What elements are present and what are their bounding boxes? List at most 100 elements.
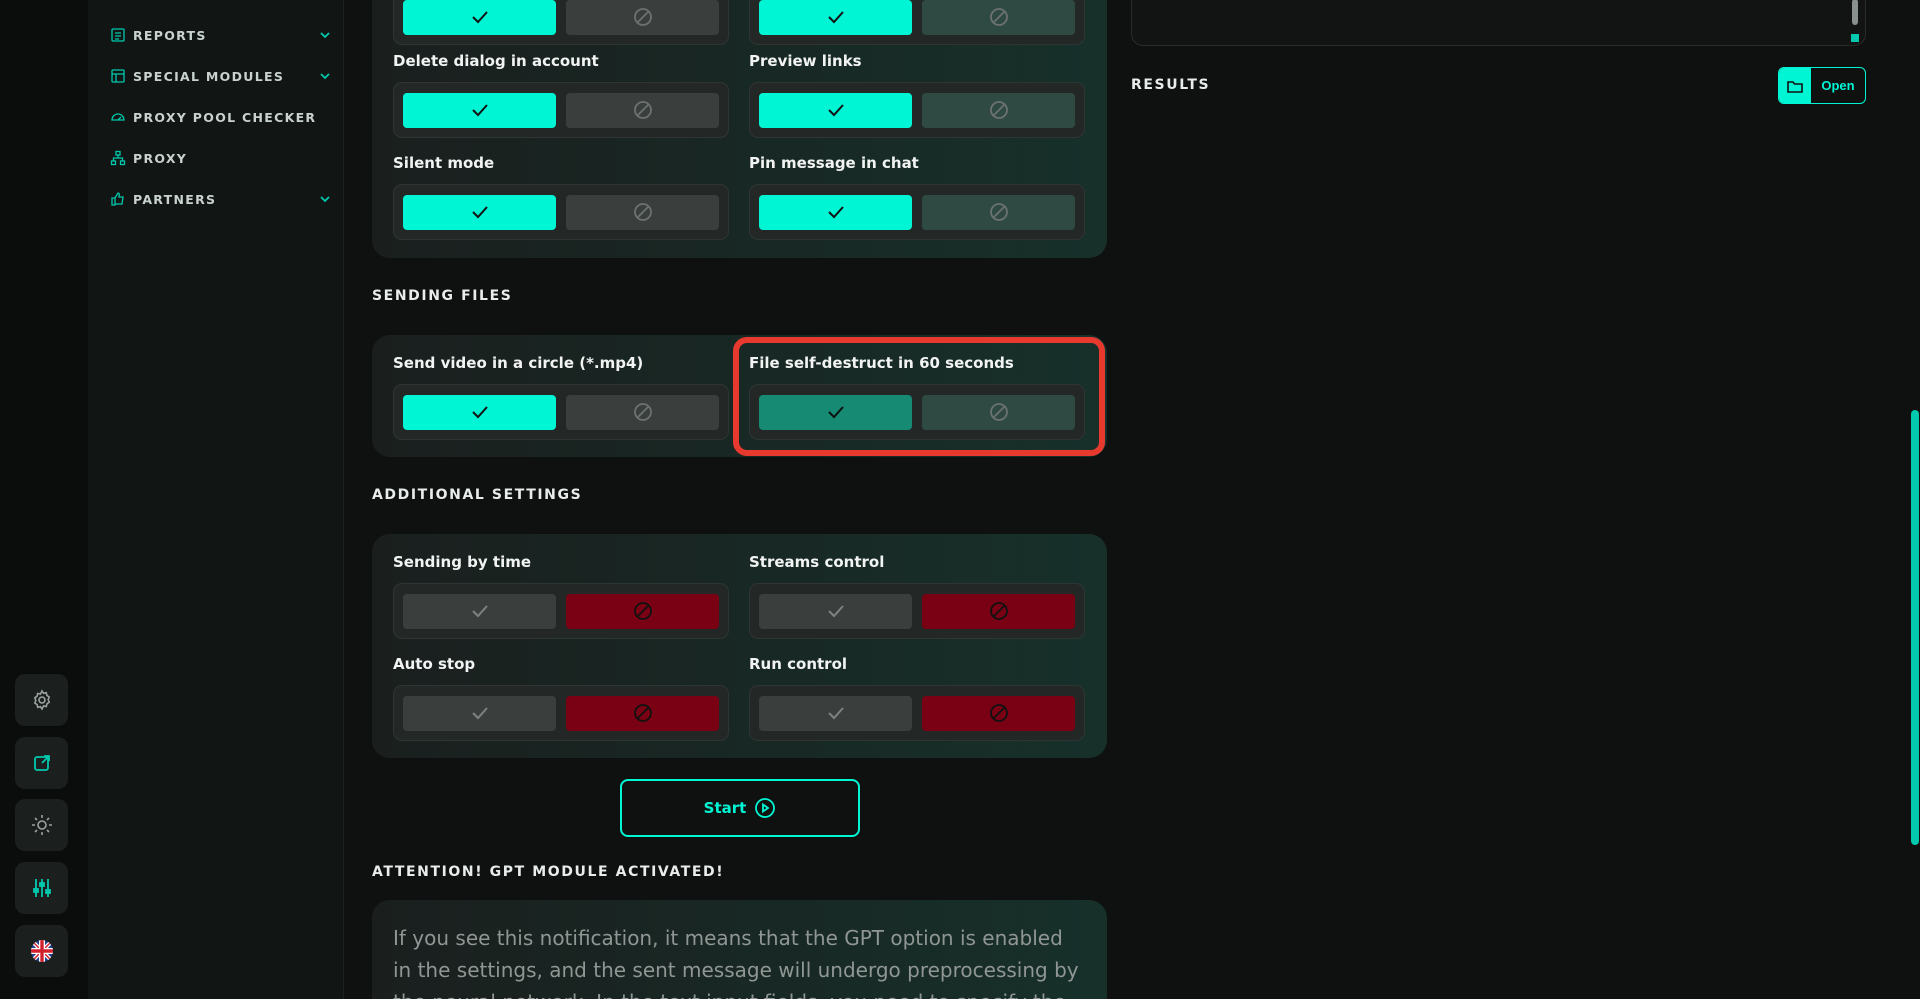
settings-button[interactable] <box>15 674 68 726</box>
option-label: Pin message in chat <box>749 154 919 172</box>
check-icon <box>827 406 844 419</box>
main-panel: Delete dialog in account Preview links S… <box>372 0 1107 999</box>
message-textarea[interactable] <box>1131 0 1866 46</box>
toggle-off[interactable] <box>566 92 719 128</box>
gauge-icon <box>111 113 125 121</box>
option-label: Sending by time <box>393 553 532 571</box>
toggle-off[interactable] <box>566 394 719 430</box>
sidebar-item-label: PROXY <box>133 150 188 166</box>
toggle <box>749 82 1085 138</box>
toggle-on[interactable] <box>403 0 556 35</box>
toggle-off[interactable] <box>922 92 1075 128</box>
theme-icon <box>31 815 52 835</box>
sidebar-item-reports[interactable]: REPORTS <box>110 23 332 47</box>
ban-icon <box>989 8 1008 26</box>
option-delete-dialog: Delete dialog in account <box>393 52 729 138</box>
page-scrollbar[interactable] <box>1911 410 1919 845</box>
option-label: Silent mode <box>393 154 495 172</box>
toggle-off[interactable] <box>922 394 1075 430</box>
check-icon <box>471 605 488 618</box>
toggle-off[interactable] <box>566 593 719 629</box>
sliders-icon <box>32 879 51 897</box>
chevron-down-icon[interactable] <box>318 192 332 206</box>
check-icon <box>471 11 488 24</box>
ban-icon <box>633 101 652 119</box>
toggle-off[interactable] <box>922 0 1075 35</box>
theme-toggle-button[interactable] <box>15 799 68 851</box>
sidebar-item-proxy-pool-checker[interactable]: PROXY POOL CHECKER <box>110 105 332 129</box>
play-circle-icon <box>755 798 776 818</box>
toggle-off[interactable] <box>922 593 1075 629</box>
sidebar-item-label: PROXY POOL CHECKER <box>133 109 317 125</box>
chevron-down-icon[interactable] <box>318 69 332 83</box>
external-link-button[interactable] <box>15 737 68 789</box>
language-button[interactable] <box>15 925 68 977</box>
additional-settings-card: Sending by time Streams control Auto sto… <box>372 534 1107 758</box>
check-icon <box>827 206 844 219</box>
ban-icon <box>633 602 652 620</box>
ban-icon <box>633 8 652 26</box>
toggle-on[interactable] <box>759 394 912 430</box>
sidebar-item-special-modules[interactable]: SPECIAL MODULES <box>110 64 332 88</box>
option-label: Run control <box>749 655 848 673</box>
start-button-label: Start <box>703 799 747 817</box>
language-flag-icon <box>30 940 53 962</box>
settings-icon <box>33 689 50 711</box>
option-file-self-destruct: File self-destruct in 60 seconds <box>749 354 1085 440</box>
toggle-on[interactable] <box>759 194 912 230</box>
option-sending-by-time: Sending by time <box>393 553 729 639</box>
ban-icon <box>633 203 652 221</box>
chevron-down-icon[interactable] <box>318 28 332 42</box>
external-link-icon <box>33 755 50 771</box>
toggle <box>393 82 729 138</box>
message-options-card: Delete dialog in account Preview links S… <box>372 0 1107 258</box>
toggle-off[interactable] <box>566 194 719 230</box>
toggle <box>749 0 1085 45</box>
check-icon <box>827 11 844 24</box>
toggle-off[interactable] <box>566 695 719 731</box>
toggle-on[interactable] <box>403 593 556 629</box>
textarea-scrollbar[interactable] <box>1852 0 1858 25</box>
additional-settings-title: ADDITIONAL SETTINGS <box>372 487 583 503</box>
check-icon <box>471 707 488 720</box>
results-panel: RESULTS Open <box>1131 0 1866 999</box>
modules-icon <box>111 69 125 83</box>
ban-icon <box>989 704 1008 722</box>
ban-icon <box>989 403 1008 421</box>
option-streams-control: Streams control <box>749 553 1085 639</box>
toggle-on[interactable] <box>759 695 912 731</box>
toggle-off[interactable] <box>922 194 1075 230</box>
toggle <box>393 0 729 45</box>
gpt-notice-text: If you see this notification, it means t… <box>393 926 1079 999</box>
toggle <box>393 184 729 240</box>
toggle-off[interactable] <box>566 0 719 35</box>
option-label: File self-destruct in 60 seconds <box>749 354 1014 372</box>
open-button[interactable]: Open <box>1778 67 1866 104</box>
network-icon <box>110 150 126 166</box>
toggle-on[interactable] <box>759 92 912 128</box>
toggle <box>749 384 1085 440</box>
sidebar-item-partners[interactable]: PARTNERS <box>110 187 332 211</box>
option-label: Delete dialog in account <box>393 52 599 70</box>
sidebar-item-proxy[interactable]: PROXY <box>110 146 332 170</box>
ban-icon <box>633 704 652 722</box>
check-icon <box>471 206 488 219</box>
sliders-button[interactable] <box>15 862 68 914</box>
toggle-on[interactable] <box>403 394 556 430</box>
start-button[interactable]: Start <box>620 779 860 837</box>
toggle-on[interactable] <box>403 695 556 731</box>
resize-handle[interactable] <box>1851 34 1859 42</box>
sidebar-item-label: REPORTS <box>133 27 207 43</box>
folder-icon <box>1787 80 1803 93</box>
toggle-on[interactable] <box>403 92 556 128</box>
sidebar: REPORTS SPECIAL MODULES PROXY POOL CHECK… <box>88 0 344 999</box>
ban-icon <box>989 101 1008 119</box>
toggle-on[interactable] <box>403 194 556 230</box>
toggle-off[interactable] <box>922 695 1075 731</box>
ban-icon <box>633 403 652 421</box>
report-icon <box>111 28 125 42</box>
toggle-on[interactable] <box>759 0 912 35</box>
toggle-on[interactable] <box>759 593 912 629</box>
option-auto-stop: Auto stop <box>393 655 729 741</box>
option-label: Auto stop <box>393 655 476 673</box>
